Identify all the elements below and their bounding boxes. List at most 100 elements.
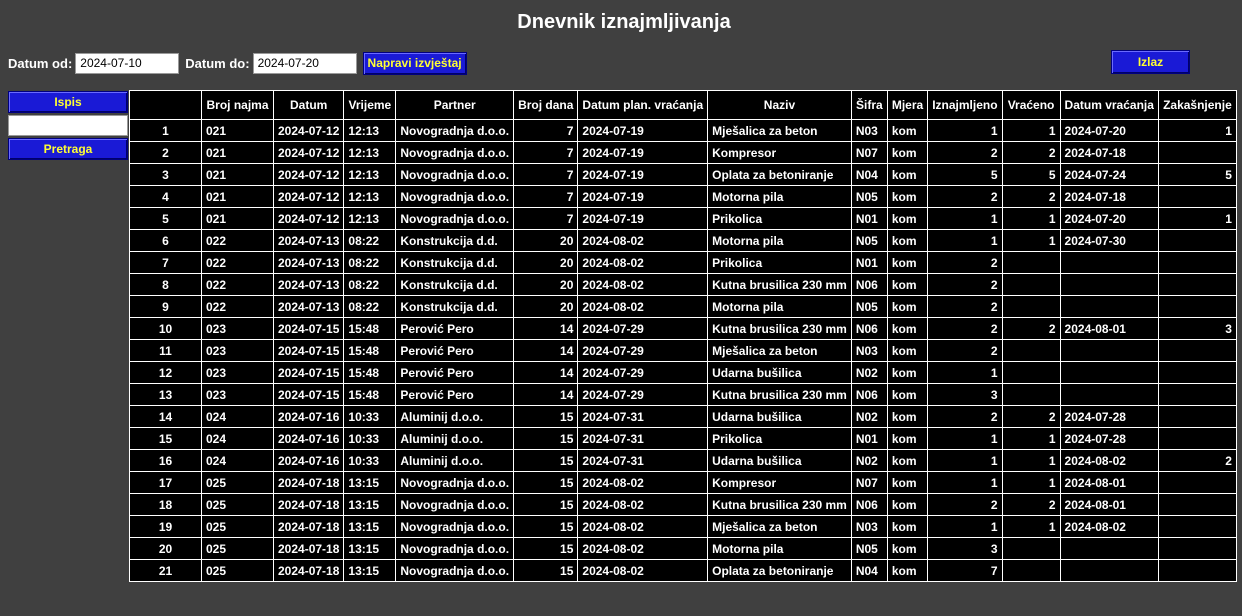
table-row[interactable]: 11 023 2024-07-15 15:48 Perović Pero 14 2024-0… xyxy=(130,340,1237,362)
cell-delay xyxy=(1158,516,1237,538)
cell-date: 2024-07-12 xyxy=(274,164,345,186)
cell-item-name: Motorna pila xyxy=(708,230,852,252)
column-header-time: Vrijeme xyxy=(344,91,397,120)
print-button[interactable]: Ispis xyxy=(8,91,128,113)
cell-delay xyxy=(1158,230,1237,252)
cell-rented-qty: 1 xyxy=(928,362,1003,384)
column-header-planned-return-date: Datum plan. vraćanja xyxy=(578,91,709,120)
date-to-input[interactable] xyxy=(252,52,357,74)
cell-date: 2024-07-18 xyxy=(274,516,345,538)
cell-partner: Aluminij d.o.o. xyxy=(396,450,515,472)
cell-return-date xyxy=(1060,252,1159,274)
cell-row-number: 17 xyxy=(130,472,202,494)
cell-return-date: 2024-07-20 xyxy=(1060,208,1159,230)
cell-rental-number: 022 xyxy=(202,296,274,318)
page-title: Dnevnik iznajmljivanja xyxy=(517,11,731,33)
table-row[interactable]: 8 022 2024-07-13 08:22 Konstrukcija d.d. 20 20… xyxy=(130,274,1237,296)
table-row[interactable]: 19 025 2024-07-18 13:15 Novogradnja d.o.o. 15… xyxy=(130,516,1237,538)
cell-item-name: Kompresor xyxy=(708,472,852,494)
date-from-input[interactable] xyxy=(75,52,180,74)
cell-delay: 5 xyxy=(1158,164,1237,186)
cell-date: 2024-07-15 xyxy=(274,362,345,384)
cell-days: 15 xyxy=(514,406,579,428)
cell-rented-qty: 3 xyxy=(928,538,1003,560)
search-input[interactable] xyxy=(8,115,128,136)
cell-delay xyxy=(1158,252,1237,274)
create-report-button[interactable]: Napravi izvještaj xyxy=(362,51,467,75)
cell-partner: Novogradnja d.o.o. xyxy=(396,472,515,494)
cell-date: 2024-07-15 xyxy=(274,340,345,362)
cell-return-date: 2024-07-20 xyxy=(1060,120,1159,142)
cell-return-date xyxy=(1060,296,1159,318)
cell-unit: kom xyxy=(887,252,929,274)
table-row[interactable]: 7 022 2024-07-13 08:22 Konstrukcija d.d. 20 20… xyxy=(130,252,1237,274)
table-row[interactable]: 3 021 2024-07-12 12:13 Novogradnja d.o.o. 7 20… xyxy=(130,164,1237,186)
table-row[interactable]: 2 021 2024-07-12 12:13 Novogradnja d.o.o. 7 20… xyxy=(130,142,1237,164)
table-row[interactable]: 15 024 2024-07-16 10:33 Aluminij d.o.o. 15 202… xyxy=(130,428,1237,450)
table-row[interactable]: 12 023 2024-07-15 15:48 Perović Pero 14 2024-0… xyxy=(130,362,1237,384)
cell-date: 2024-07-12 xyxy=(274,142,345,164)
cell-partner: Perović Pero xyxy=(396,384,515,406)
cell-unit: kom xyxy=(887,274,929,296)
cell-returned-qty: 2 xyxy=(1002,494,1061,516)
cell-planned-return-date: 2024-08-02 xyxy=(578,516,709,538)
table-row[interactable]: 6 022 2024-07-13 08:22 Konstrukcija d.d. 20 20… xyxy=(130,230,1237,252)
cell-delay xyxy=(1158,494,1237,516)
cell-returned-qty xyxy=(1002,538,1061,560)
cell-days: 7 xyxy=(514,120,579,142)
table-row[interactable]: 17 025 2024-07-18 13:15 Novogradnja d.o.o. 15… xyxy=(130,472,1237,494)
table-row[interactable]: 10 023 2024-07-15 15:48 Perović Pero 14 2024-0… xyxy=(130,318,1237,340)
column-header-returned-qty: Vraćeno xyxy=(1002,91,1061,120)
cell-rental-number: 023 xyxy=(202,384,274,406)
search-button[interactable]: Pretraga xyxy=(8,138,128,160)
cell-delay xyxy=(1158,274,1237,296)
cell-unit: kom xyxy=(887,230,929,252)
cell-date: 2024-07-13 xyxy=(274,252,345,274)
exit-button[interactable]: Izlaz xyxy=(1111,50,1190,74)
table-row[interactable]: 16 024 2024-07-16 10:33 Aluminij d.o.o. 15 202… xyxy=(130,450,1237,472)
cell-rented-qty: 2 xyxy=(928,318,1003,340)
cell-rental-number: 025 xyxy=(202,494,274,516)
table-row[interactable]: 14 024 2024-07-16 10:33 Aluminij d.o.o. 15 202… xyxy=(130,406,1237,428)
cell-date: 2024-07-18 xyxy=(274,538,345,560)
cell-returned-qty xyxy=(1002,560,1061,582)
table-row[interactable]: 20 025 2024-07-18 13:15 Novogradnja d.o.o. 15… xyxy=(130,538,1237,560)
table-row[interactable]: 1 021 2024-07-12 12:13 Novogradnja d.o.o. 7 20… xyxy=(130,120,1237,142)
cell-returned-qty xyxy=(1002,274,1061,296)
table-row[interactable]: 21 025 2024-07-18 13:15 Novogradnja d.o.o. 15… xyxy=(130,560,1237,582)
cell-days: 15 xyxy=(514,472,579,494)
cell-planned-return-date: 2024-07-31 xyxy=(578,450,709,472)
cell-item-name: Oplata za betoniranje xyxy=(708,560,852,582)
cell-days: 20 xyxy=(514,252,579,274)
table-row[interactable]: 13 023 2024-07-15 15:48 Perović Pero 14 2024-0… xyxy=(130,384,1237,406)
cell-delay xyxy=(1158,472,1237,494)
cell-rental-number: 023 xyxy=(202,340,274,362)
cell-row-number: 6 xyxy=(130,230,202,252)
cell-item-name: Mješalica za beton xyxy=(708,340,852,362)
cell-date: 2024-07-16 xyxy=(274,450,345,472)
cell-rental-number: 021 xyxy=(202,142,274,164)
cell-item-code: N01 xyxy=(851,428,888,450)
cell-item-code: N07 xyxy=(851,142,888,164)
cell-days: 15 xyxy=(514,450,579,472)
cell-item-name: Mješalica za beton xyxy=(708,120,852,142)
cell-delay: 3 xyxy=(1158,318,1237,340)
table-row[interactable]: 4 021 2024-07-12 12:13 Novogradnja d.o.o. 7 20… xyxy=(130,186,1237,208)
cell-rental-number: 025 xyxy=(202,560,274,582)
cell-time: 08:22 xyxy=(344,230,397,252)
cell-days: 7 xyxy=(514,142,579,164)
cell-row-number: 4 xyxy=(130,186,202,208)
cell-item-name: Motorna pila xyxy=(708,538,852,560)
table-row[interactable]: 9 022 2024-07-13 08:22 Konstrukcija d.d. 20 20… xyxy=(130,296,1237,318)
cell-partner: Novogradnja d.o.o. xyxy=(396,208,515,230)
cell-rental-number: 024 xyxy=(202,450,274,472)
table-row[interactable]: 18 025 2024-07-18 13:15 Novogradnja d.o.o. 15… xyxy=(130,494,1237,516)
cell-unit: kom xyxy=(887,340,929,362)
cell-item-code: N06 xyxy=(851,318,888,340)
cell-days: 14 xyxy=(514,318,579,340)
table-row[interactable]: 5 021 2024-07-12 12:13 Novogradnja d.o.o. 7 20… xyxy=(130,208,1237,230)
cell-planned-return-date: 2024-08-02 xyxy=(578,494,709,516)
cell-returned-qty xyxy=(1002,296,1061,318)
cell-partner: Aluminij d.o.o. xyxy=(396,406,515,428)
cell-item-name: Kutna brusilica 230 mm xyxy=(708,318,852,340)
